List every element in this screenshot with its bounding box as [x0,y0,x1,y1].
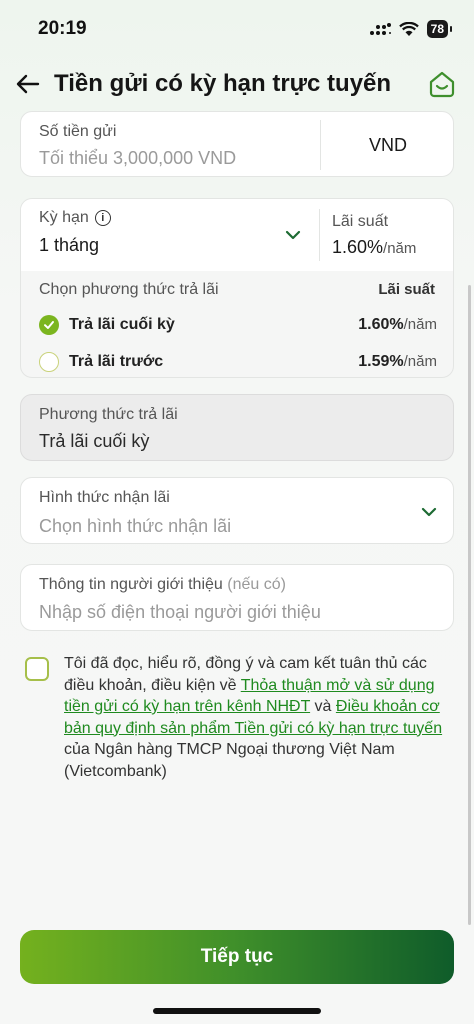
continue-button[interactable]: Tiếp tục [20,930,454,984]
payment-method-label: Phương thức trả lãi [39,406,178,423]
rate-unit: /năm [383,240,417,257]
method-rate-title: Lãi suất [378,281,435,298]
referral-optional: (nếu có) [227,576,286,593]
option-rate-number: 1.59% [358,353,404,370]
receive-method-placeholder: Chọn hình thức nhận lãi [39,516,232,536]
wifi-icon [398,21,419,36]
amount-input[interactable]: Tối thiểu 3,000,000 VND [39,148,236,169]
status-bar: 20:19 78 [0,0,474,58]
payment-method-value: Trả lãi cuối kỳ [39,431,150,451]
agreement-checkbox[interactable] [25,657,49,681]
home-indicator[interactable] [153,1008,321,1014]
rate-number: 1.60% [332,237,384,257]
method-title: Chọn phương thức trả lãi [39,281,219,298]
option-label: Trả lãi trước [69,353,164,370]
arrow-left-icon [16,74,40,94]
receive-method-field[interactable]: Hình thức nhận lãi Chọn hình thức nhận l… [20,477,454,544]
chevron-down-icon[interactable] [283,225,303,245]
header: Tiền gửi có kỳ hạn trực tuyến [0,60,474,108]
signal-icon [369,23,391,35]
page-title: Tiền gửi có kỳ hạn trực tuyến [54,70,392,97]
option-rate-number: 1.60% [358,316,404,333]
option-end-of-term[interactable]: Trả lãi cuối kỳ 1.60%/năm [39,312,437,338]
term-label: Kỳ hạn [39,209,89,226]
term-card: Kỳ hạn i 1 tháng Lãi suất 1.60%/năm Chọn… [20,198,454,378]
option-rate: 1.59%/năm [358,353,437,371]
term-label-row: Kỳ hạn i [39,209,111,227]
payment-method-field: Phương thức trả lãi Trả lãi cuối kỳ [20,394,454,461]
option-rate-unit: /năm [403,353,437,370]
radio-unchecked-icon[interactable] [39,352,59,372]
option-prepaid[interactable]: Trả lãi trước 1.59%/năm [39,349,437,375]
referral-input[interactable]: Nhập số điện thoại người giới thiệu [39,602,321,623]
referral-label-text: Thông tin người giới thiệu [39,576,223,593]
rate-label: Lãi suất [332,213,389,230]
option-rate-unit: /năm [403,316,437,333]
amount-label: Số tiền gửi [39,123,117,140]
agreement-text-2: và [310,698,336,715]
referral-label: Thông tin người giới thiệu (nếu có) [39,576,286,594]
amount-card: Số tiền gửi Tối thiểu 3,000,000 VND VND [20,111,454,177]
receive-method-label: Hình thức nhận lãi [39,489,170,506]
battery-icon: 78 [426,20,453,38]
referral-field[interactable]: Thông tin người giới thiệu (nếu có) Nhập… [20,564,454,631]
clock: 20:19 [38,18,87,39]
agreement-text-3: của Ngân hàng TMCP Ngoại thương Việt Nam… [64,741,395,780]
rate-value: 1.60%/năm [332,237,416,258]
agreement-text: Tôi đã đọc, hiểu rõ, đồng ý và cam kết t… [64,653,456,782]
scrollbar[interactable] [468,285,471,925]
home-button[interactable] [428,70,456,98]
radio-checked-icon[interactable] [39,315,59,335]
back-button[interactable] [12,68,44,100]
term-value: 1 tháng [39,235,100,255]
info-icon[interactable]: i [94,210,111,226]
chevron-down-icon[interactable] [419,502,439,522]
status-icons: 78 [369,20,453,38]
currency-selector[interactable]: VND [321,112,455,178]
option-label: Trả lãi cuối kỳ [69,316,175,333]
option-rate: 1.60%/năm [358,316,437,334]
term-selector[interactable]: Kỳ hạn i 1 tháng Lãi suất 1.60%/năm [21,199,453,271]
home-icon [429,71,455,98]
divider [319,209,320,261]
